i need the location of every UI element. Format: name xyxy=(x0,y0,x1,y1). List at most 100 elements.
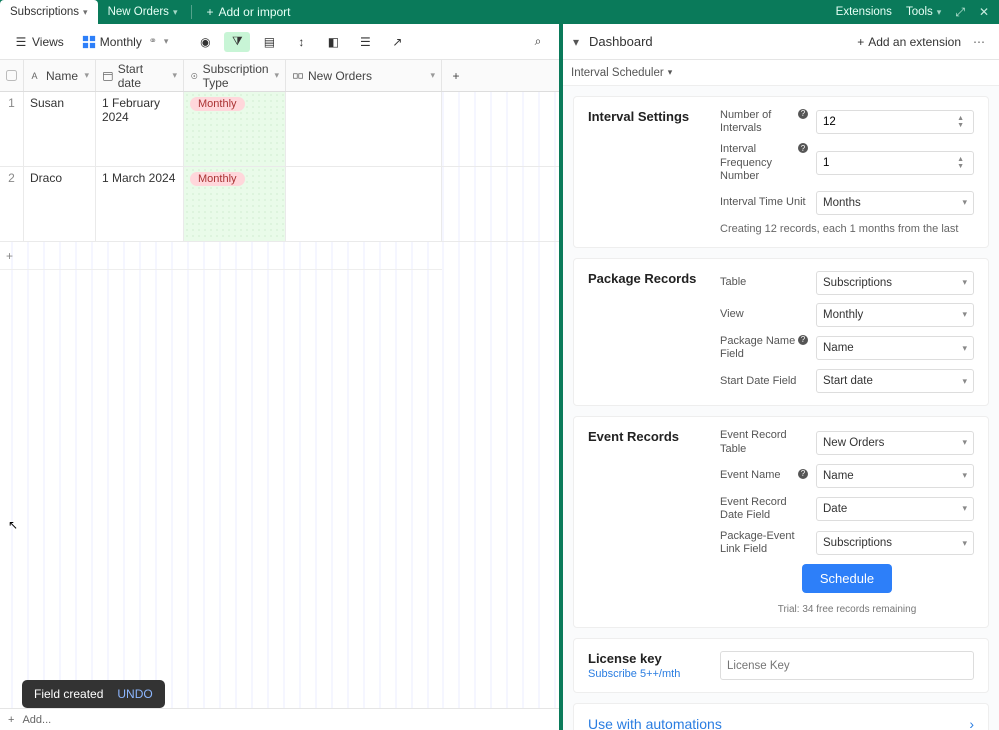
table-row[interactable]: 1 Susan 1 February 2024 Monthly xyxy=(0,92,559,167)
pill-monthly: Monthly xyxy=(190,97,245,111)
chevron-down-icon: ▾ xyxy=(962,437,967,448)
grid-body: 1 Susan 1 February 2024 Monthly 2 Draco … xyxy=(0,92,559,730)
close-icon[interactable]: ✕ xyxy=(979,5,989,19)
input[interactable] xyxy=(823,116,954,128)
rowheight-button[interactable]: ☰ xyxy=(352,32,378,52)
color-button[interactable]: ◧ xyxy=(320,32,346,52)
help-icon[interactable]: ? xyxy=(798,109,808,119)
input[interactable] xyxy=(727,660,967,672)
field-label: Event Record Date Field xyxy=(720,496,808,522)
package-view-select[interactable]: Monthly▾ xyxy=(816,303,974,327)
add-record-button[interactable]: + xyxy=(8,714,14,726)
top-tab-bar: Subscriptions ▾ New Orders ▾ + Add or im… xyxy=(0,0,999,24)
plus-icon: + xyxy=(857,35,864,49)
extension-body: Interval Settings Number of Intervals? ▲… xyxy=(563,86,999,730)
add-or-import-button[interactable]: + Add or import xyxy=(196,5,300,19)
filter-button[interactable]: ⧩ xyxy=(224,32,250,52)
tab-subscriptions[interactable]: Subscriptions ▾ xyxy=(0,0,98,24)
card-title: License key xyxy=(588,651,708,666)
grid-icon xyxy=(82,35,96,49)
trial-hint: Trial: 34 free records remaining xyxy=(720,604,974,615)
event-table-select[interactable]: New Orders▾ xyxy=(816,431,974,455)
use-with-automations[interactable]: Use with automations › xyxy=(573,703,989,730)
chevron-down-icon[interactable]: ▾ xyxy=(573,35,579,49)
undo-button[interactable]: UNDO xyxy=(117,687,152,701)
card-title: Package Records xyxy=(588,271,708,393)
search-button[interactable]: ⌕ xyxy=(525,32,551,52)
hide-fields-button[interactable]: ◉ xyxy=(192,32,218,52)
column-name[interactable]: A Name ▾ xyxy=(24,60,96,91)
add-column-button[interactable]: + xyxy=(442,60,470,91)
top-right-controls: Extensions Tools ▾ ⤢ ✕ xyxy=(836,0,999,24)
column-start-date[interactable]: Start date ▾ xyxy=(96,60,184,91)
menu-icon: ☰ xyxy=(14,35,28,49)
field-label: Package-Event Link Field xyxy=(720,530,808,556)
chevron-down-icon[interactable]: ▾ xyxy=(668,67,673,78)
package-records-card: Package Records Table Subscriptions▾ Vie… xyxy=(573,258,989,406)
input[interactable] xyxy=(823,157,954,169)
share-button[interactable]: ↗ xyxy=(384,32,410,52)
help-icon[interactable]: ? xyxy=(798,143,808,153)
cell-new-orders[interactable] xyxy=(286,92,442,166)
value: Months xyxy=(823,197,861,209)
footer-add-label[interactable]: Add... xyxy=(22,714,51,726)
cell-new-orders[interactable] xyxy=(286,167,442,241)
interval-time-unit-select[interactable]: Months ▾ xyxy=(816,191,974,215)
label: Name xyxy=(46,69,78,83)
field-label: Interval Time Unit xyxy=(720,196,808,209)
chevron-down-icon: ▾ xyxy=(962,376,967,387)
expand-icon[interactable]: ⤢ xyxy=(955,5,965,20)
stepper-icon[interactable]: ▲▼ xyxy=(954,115,967,129)
cell-name[interactable]: Draco xyxy=(24,167,96,241)
subscribe-link[interactable]: Subscribe 5++/mth xyxy=(588,668,708,680)
link-field-select[interactable]: Subscriptions▾ xyxy=(816,531,974,555)
event-date-field-select[interactable]: Date▾ xyxy=(816,497,974,521)
table-row[interactable]: 2 Draco 1 March 2024 Monthly xyxy=(0,167,559,242)
scheduler-tab[interactable]: Interval Scheduler xyxy=(571,67,664,79)
cell-subscription-type[interactable]: Monthly xyxy=(184,167,286,241)
field-label: Interval Frequency Number? xyxy=(720,143,808,183)
start-date-field-select[interactable]: Start date▾ xyxy=(816,369,974,393)
chevron-down-icon: ▾ xyxy=(962,309,967,320)
tab-new-orders[interactable]: New Orders ▾ xyxy=(98,0,188,24)
number-of-intervals-input[interactable]: ▲▼ xyxy=(816,110,974,134)
event-name-select[interactable]: Name▾ xyxy=(816,464,974,488)
label: Add or import xyxy=(218,5,290,19)
cell-subscription-type[interactable]: Monthly xyxy=(184,92,286,166)
interval-frequency-input[interactable]: ▲▼ xyxy=(816,151,974,175)
add-row-button[interactable]: + xyxy=(0,242,442,270)
sort-button[interactable]: ↕ xyxy=(288,32,314,52)
view-switcher[interactable]: Monthly ⚭ ▾ xyxy=(76,32,175,52)
schedule-button[interactable]: Schedule xyxy=(802,564,892,593)
chevron-down-icon: ▾ xyxy=(962,197,967,208)
chevron-right-icon: › xyxy=(969,716,974,730)
column-new-orders[interactable]: New Orders ▾ xyxy=(286,60,442,91)
package-name-field-select[interactable]: Name▾ xyxy=(816,336,974,360)
column-subscription-type[interactable]: Subscription Type ▾ xyxy=(184,60,286,91)
stepper-icon[interactable]: ▲▼ xyxy=(954,156,967,170)
cell-start-date[interactable]: 1 March 2024 xyxy=(96,167,184,241)
share-icon: ↗ xyxy=(390,35,404,49)
add-extension-button[interactable]: + Add an extension xyxy=(857,35,961,49)
label: Use with automations xyxy=(588,716,722,730)
select-all-checkbox[interactable] xyxy=(0,60,24,91)
cell-name[interactable]: Susan xyxy=(24,92,96,166)
extensions-pane: ▾ Dashboard + Add an extension ⋯ Interva… xyxy=(563,24,999,730)
filter-icon: ⧩ xyxy=(230,35,244,49)
cell-start-date[interactable]: 1 February 2024 xyxy=(96,92,184,166)
views-button[interactable]: ☰ Views xyxy=(8,32,70,52)
tab-tools[interactable]: Tools ▾ xyxy=(906,0,941,24)
chevron-down-icon: ▾ xyxy=(84,70,89,81)
chevron-down-icon: ▾ xyxy=(962,470,967,481)
chevron-down-icon: ▾ xyxy=(430,70,435,81)
package-table-select[interactable]: Subscriptions▾ xyxy=(816,271,974,295)
help-icon[interactable]: ? xyxy=(798,469,808,479)
tab-label: Subscriptions xyxy=(10,6,79,18)
help-icon[interactable]: ? xyxy=(798,335,808,345)
group-button[interactable]: ▤ xyxy=(256,32,282,52)
license-key-input[interactable] xyxy=(720,651,974,680)
more-icon[interactable]: ⋯ xyxy=(969,35,989,49)
label: New Orders xyxy=(308,69,372,83)
tab-extensions[interactable]: Extensions xyxy=(836,0,892,24)
field-label: Event Record Table xyxy=(720,429,808,455)
